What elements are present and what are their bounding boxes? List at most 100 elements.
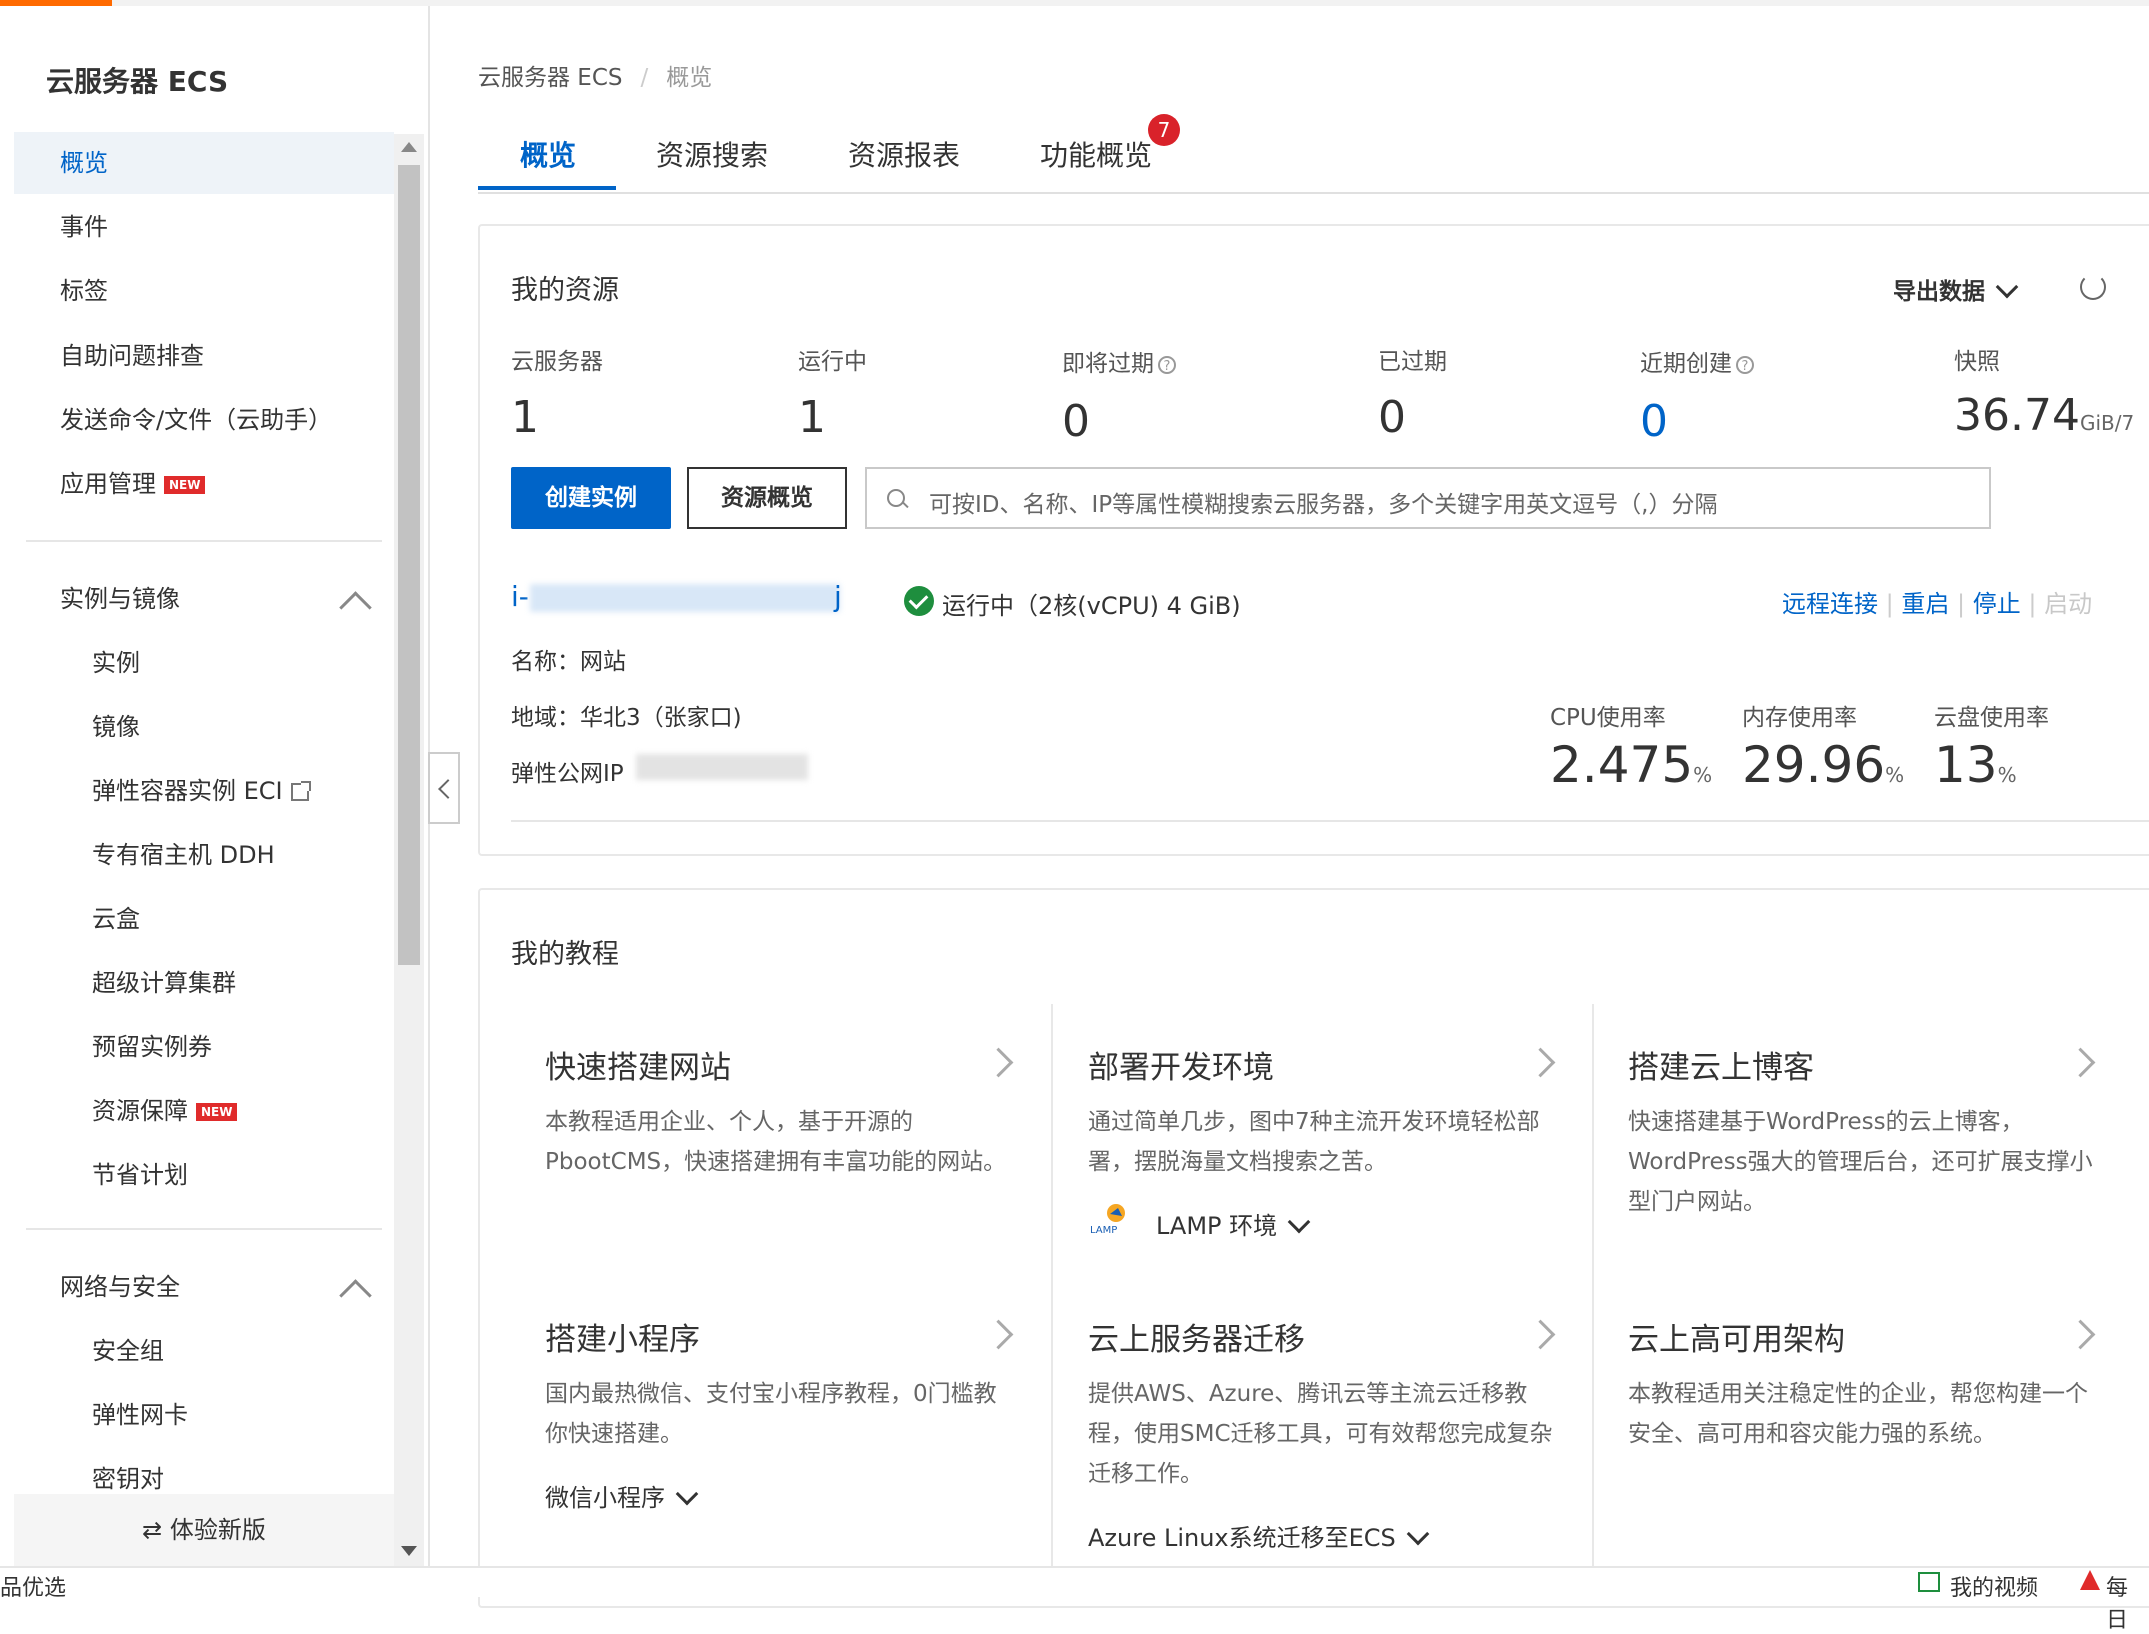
instance-search-input[interactable]: 可按ID、名称、IP等属性模糊搜索云服务器，多个关键字用英文逗号（,）分隔 [865, 467, 1991, 529]
tutorial-link-wechat[interactable]: 微信小程序 [545, 1478, 699, 1513]
stat-value-running[interactable]: 1 [798, 392, 826, 443]
sidebar-item-resource-assurance[interactable]: 资源保障 NEW [14, 1080, 394, 1142]
breadcrumb-current: 概览 [666, 65, 713, 91]
sidebar-item-tags[interactable]: 标签 [14, 260, 394, 322]
tutorial-title-dev-env[interactable]: 部署开发环境 [1088, 1042, 1274, 1087]
sidebar-item-ddh[interactable]: 专有宿主机 DDH [14, 824, 394, 886]
bottom-bar: 品优选 我的视频 每日 [0, 1566, 2149, 1633]
instance-name: 名称：网站 [511, 649, 626, 675]
refresh-icon[interactable] [2080, 274, 2106, 300]
instance-id-link[interactable]: i- [511, 580, 529, 613]
sidebar-item-eni[interactable]: 弹性网卡 [14, 1384, 394, 1446]
tab-feature-overview[interactable]: 功能概览 [1040, 134, 1152, 174]
tutorial-title-ha[interactable]: 云上高可用架构 [1628, 1314, 1845, 1359]
create-instance-button[interactable]: 创建实例 [511, 467, 671, 529]
tutorial-desc-ha: 本教程适用关注稳定性的企业，帮您构建一个安全、高可用和容灾能力强的系统。 [1628, 1381, 2088, 1447]
stop-link[interactable]: 停止 [1973, 590, 2021, 618]
tutorial-link-lamp[interactable]: LAMP 环境 [1156, 1206, 1311, 1241]
tutorial-desc-dev-env: 通过简单几步，图中7种主流开发环境轻松部署，摆脱海量文档搜索之苦。 [1088, 1109, 1540, 1175]
tab-resource-reports[interactable]: 资源报表 [848, 134, 960, 174]
sidebar-group-instances[interactable]: 实例与镜像 [14, 568, 394, 630]
svg-text:LAMP: LAMP [1090, 1225, 1117, 1236]
stat-unit-snapshots: GiB/7 [2079, 411, 2135, 435]
sidebar-item-keypair[interactable]: 密钥对 [14, 1448, 394, 1494]
flame-icon [2080, 1570, 2100, 1590]
sidebar-item-hpc-cluster[interactable]: 超级计算集群 [14, 952, 394, 1014]
stat-value-recently-created[interactable]: 0 [1640, 396, 1668, 447]
sidebar-title: 云服务器 ECS [46, 65, 229, 98]
new-badge: NEW [164, 476, 206, 494]
collapse-sidebar-button[interactable] [428, 752, 460, 824]
tutorial-desc-blog: 快速搭建基于WordPress的云上博客，WordPress强大的管理后台，还可… [1628, 1109, 2093, 1215]
chevron-down-icon [1287, 1210, 1311, 1234]
stat-value-servers[interactable]: 1 [511, 392, 539, 443]
notification-badge: 7 [1148, 114, 1180, 146]
remote-connect-link[interactable]: 远程连接 [1782, 590, 1878, 618]
tutorial-title-website[interactable]: 快速搭建网站 [545, 1042, 731, 1087]
sidebar-item-overview[interactable]: 概览 [14, 132, 394, 194]
metric-disk: 13% [1934, 736, 2017, 794]
sidebar-item-image[interactable]: 镜像 [14, 696, 394, 758]
chevron-down-icon [675, 1482, 699, 1506]
sidebar-item-cloud-assistant[interactable]: 发送命令/文件（云助手） [14, 389, 394, 451]
running-status-icon [904, 586, 934, 616]
help-icon[interactable]: ? [1736, 355, 1754, 374]
daily-link[interactable]: 每日 [2106, 1570, 2149, 1634]
try-new-version-button[interactable]: ⇄ 体验新版 [14, 1494, 394, 1566]
search-placeholder: 可按ID、名称、IP等属性模糊搜索云服务器，多个关键字用英文逗号（,）分隔 [929, 492, 1718, 518]
instance-public-ip-label: 弹性公网IP [511, 761, 624, 787]
stat-value-expiring[interactable]: 0 [1062, 396, 1090, 447]
help-icon[interactable]: ? [1158, 355, 1176, 374]
stat-label-servers: 云服务器 [511, 349, 603, 375]
video-icon [1918, 1572, 1940, 1592]
sidebar-item-app-management[interactable]: 应用管理 NEW [14, 453, 394, 515]
bottom-left-text[interactable]: 品优选 [0, 1570, 66, 1602]
sidebar-item-security-group[interactable]: 安全组 [14, 1320, 394, 1382]
sidebar-group-network[interactable]: 网络与安全 [14, 1256, 394, 1318]
tab-overview[interactable]: 概览 [520, 134, 576, 174]
tab-resource-search[interactable]: 资源搜索 [656, 134, 768, 174]
column-divider [1051, 1004, 1053, 1566]
tutorial-title-miniprogram[interactable]: 搭建小程序 [545, 1314, 700, 1359]
stat-snapshots[interactable]: 36.74GiB/7 [1954, 390, 2134, 441]
scroll-down-icon[interactable] [401, 1546, 417, 1556]
metric-label-memory: 内存使用率 [1742, 705, 1857, 731]
scroll-up-icon[interactable] [401, 142, 417, 152]
lamp-logo-icon: LAMP [1088, 1200, 1140, 1236]
breadcrumb-separator: / [640, 65, 649, 91]
sidebar-item-troubleshoot[interactable]: 自助问题排查 [14, 325, 394, 387]
sidebar-item-savings-plan[interactable]: 节省计划 [14, 1144, 394, 1206]
sidebar-item-cloudbox[interactable]: 云盒 [14, 888, 394, 950]
resource-overview-button[interactable]: 资源概览 [687, 467, 847, 529]
instance-region: 地域：华北3（张家口) [511, 705, 742, 731]
metric-memory: 29.96% [1742, 736, 1905, 794]
stat-value-expired[interactable]: 0 [1378, 392, 1406, 443]
active-tab-indicator [478, 186, 616, 190]
sidebar-item-eci[interactable]: 弹性容器实例 ECI [14, 760, 394, 822]
my-tutorials-card [478, 888, 2149, 1608]
my-videos-link[interactable]: 我的视频 [1950, 1570, 2038, 1602]
chevron-down-icon [1406, 1522, 1430, 1546]
metric-cpu: 2.475% [1550, 736, 1713, 794]
my-tutorials-title: 我的教程 [511, 939, 619, 970]
tutorial-title-migration[interactable]: 云上服务器迁移 [1088, 1314, 1305, 1359]
stat-value-snapshots: 36.74 [1954, 390, 2080, 441]
sidebar-divider [26, 1228, 382, 1230]
restart-link[interactable]: 重启 [1901, 590, 1949, 618]
scrollbar-thumb[interactable] [398, 165, 420, 965]
stat-label-running: 运行中 [798, 349, 867, 375]
stat-label-recently-created: 近期创建? [1640, 344, 1754, 378]
instance-divider [511, 820, 2149, 822]
tutorial-link-azure[interactable]: Azure Linux系统迁移至ECS [1088, 1518, 1430, 1553]
instance-id-suffix[interactable]: j [834, 580, 842, 613]
tutorial-title-blog[interactable]: 搭建云上博客 [1628, 1042, 1814, 1087]
stat-label-expired: 已过期 [1378, 349, 1447, 375]
sidebar-item-events[interactable]: 事件 [14, 196, 394, 258]
sidebar-item-reserved-instances[interactable]: 预留实例券 [14, 1016, 394, 1078]
metric-label-cpu: CPU使用率 [1550, 705, 1666, 731]
instance-status: 运行中（2核(vCPU) 4 GiB) [942, 592, 1241, 620]
breadcrumb-root[interactable]: 云服务器 ECS [478, 65, 623, 91]
export-data-dropdown[interactable]: 导出数据 [1893, 272, 2019, 306]
sidebar-item-instance[interactable]: 实例 [14, 632, 394, 694]
instance-actions: 远程连接 | 重启 | 停止 | 启动 [1782, 590, 2093, 618]
